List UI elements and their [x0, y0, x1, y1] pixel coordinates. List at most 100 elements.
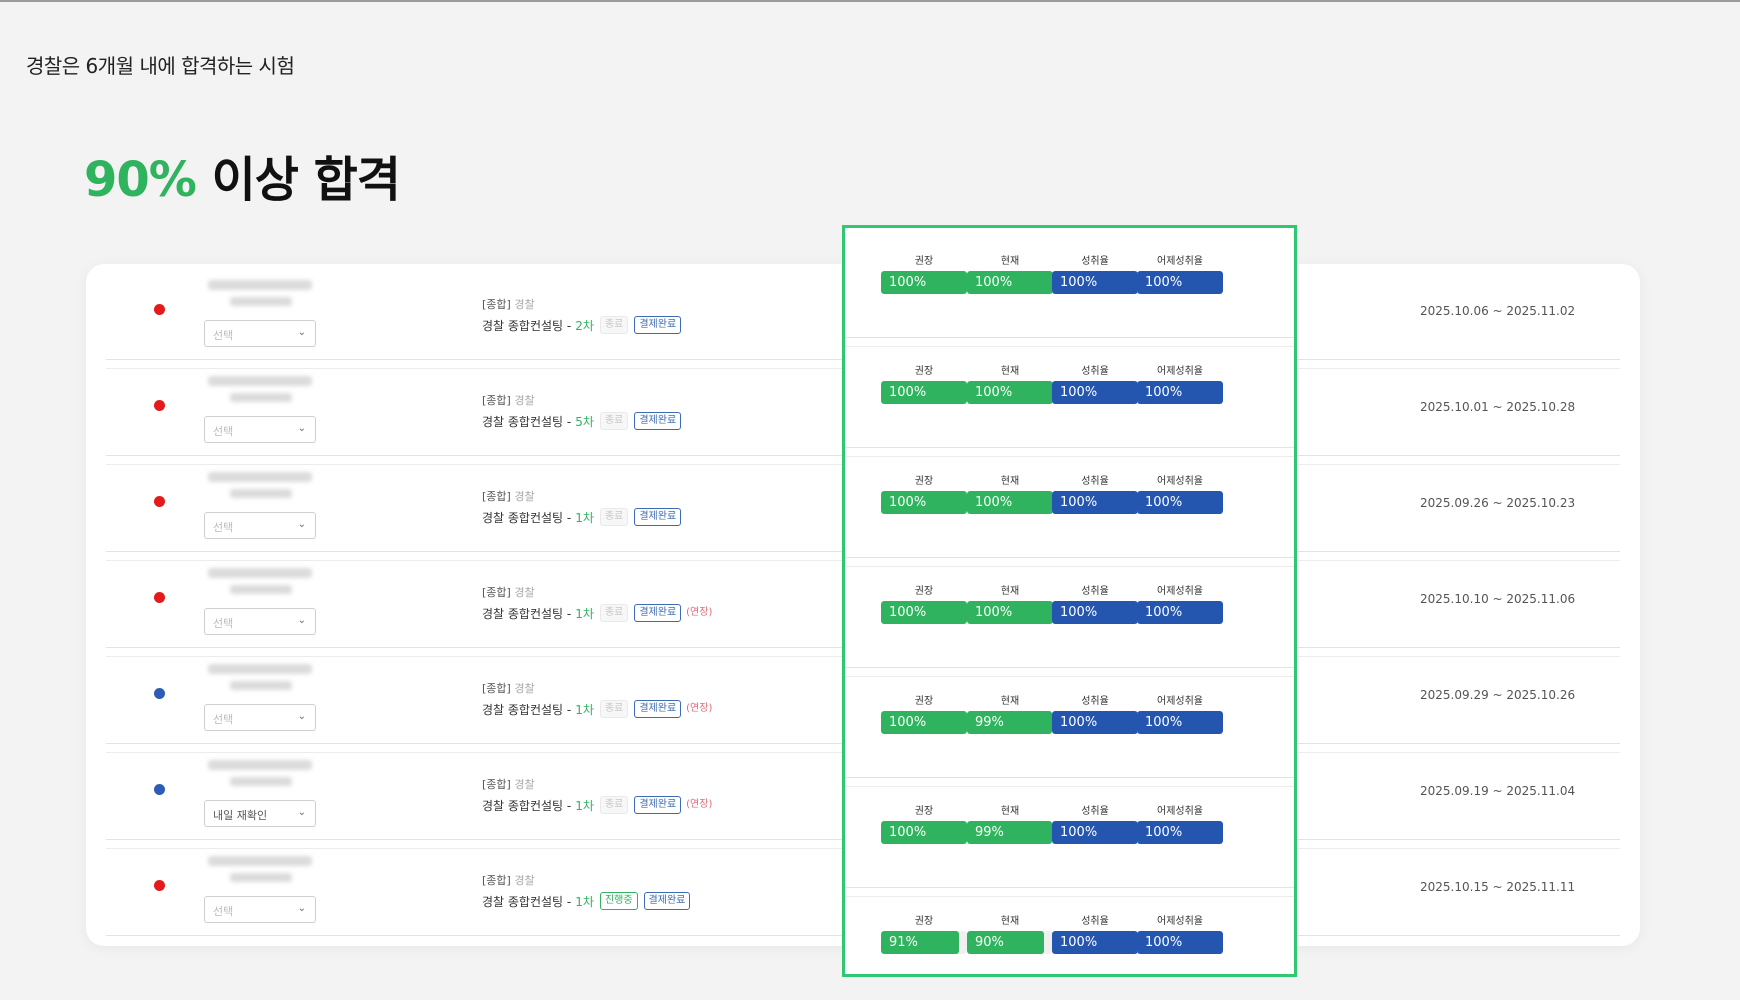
metric-label: 권장 [914, 916, 934, 927]
course-round: 1차 [575, 798, 594, 813]
redacted-student-info [230, 393, 292, 402]
period-date: 2025.09.26 ~ 2025.10.23 [1420, 496, 1576, 510]
course-name: 경찰 종합컨설팅 - [482, 798, 572, 813]
redacted-student-info [230, 777, 292, 786]
metric-current: 현재 99% [967, 802, 1053, 844]
headline-rest: 이상 합격 [195, 152, 401, 208]
progress-value: 100% [889, 825, 927, 840]
progress-bar: 100% [1052, 931, 1138, 954]
achievement-highlight-box: 권장 100% 현재 100% 성취율 100% 어제성취율 100% 권장 1… [842, 225, 1297, 977]
metric-label: 권장 [914, 476, 934, 487]
progress-value: 100% [1145, 385, 1183, 400]
metric-label: 현재 [1000, 256, 1020, 267]
extension-label: (연장) [686, 799, 713, 810]
metric-current: 현재 90% [967, 912, 1053, 954]
redacted-student-name [208, 568, 312, 578]
status-select[interactable]: 선택 ⌄ [204, 512, 316, 539]
progress-bar: 100% [1052, 711, 1138, 734]
metric-label: 권장 [914, 586, 934, 597]
course-round: 1차 [575, 894, 594, 909]
chevron-down-icon: ⌄ [297, 423, 306, 434]
status-dot [154, 880, 165, 891]
metrics-row: 권장 100% 현재 100% 성취율 100% 어제성취율 100% [845, 558, 1294, 677]
progress-bar: 100% [1137, 931, 1223, 954]
period-date: 2025.10.06 ~ 2025.11.02 [1420, 304, 1576, 318]
metric-achievement: 성취율 100% [1052, 912, 1138, 954]
course-category-prefix: [종합] [482, 298, 511, 311]
metric-label: 현재 [1000, 696, 1020, 707]
metric-recommended: 권장 100% [881, 362, 967, 404]
status-select-value: 선택 [213, 521, 234, 534]
metric-recommended: 권장 100% [881, 252, 967, 294]
progress-value: 100% [1060, 605, 1098, 620]
course-category: [종합] 경찰 [482, 296, 535, 312]
progress-value: 100% [889, 385, 927, 400]
course-category: [종합] 경찰 [482, 584, 535, 600]
course-title: 경찰 종합컨설팅 - 1차 종료 결제완료 (연장) [482, 796, 712, 814]
metric-recommended: 권장 100% [881, 802, 967, 844]
chevron-down-icon: ⌄ [297, 519, 306, 530]
metric-recommended: 권장 100% [881, 472, 967, 514]
course-category: [종합] 경찰 [482, 776, 535, 792]
payment-badge: 결제완료 [643, 892, 691, 910]
progress-value: 100% [975, 275, 1013, 290]
course-category-suffix: 경찰 [514, 778, 535, 791]
chevron-down-icon: ⌄ [297, 615, 306, 626]
status-select[interactable]: 선택 ⌄ [204, 416, 316, 443]
progress-value: 99% [975, 715, 1004, 730]
status-badge: 진행중 [599, 892, 638, 910]
status-select-value: 선택 [213, 617, 234, 630]
course-title: 경찰 종합컨설팅 - 5차 종료 결제완료 [482, 412, 686, 430]
metric-yesterday-achievement: 어제성취율 100% [1137, 582, 1223, 624]
status-select[interactable]: 선택 ⌄ [204, 608, 316, 635]
status-select[interactable]: 선택 ⌄ [204, 320, 316, 347]
progress-bar: 100% [967, 271, 1053, 294]
status-select[interactable]: 내일 재확인 ⌄ [204, 800, 316, 827]
progress-bar: 100% [881, 601, 967, 624]
course-category-suffix: 경찰 [514, 490, 535, 503]
metric-achievement: 성취율 100% [1052, 582, 1138, 624]
metric-label: 성취율 [1081, 696, 1109, 707]
progress-value: 100% [1145, 935, 1183, 950]
progress-value: 100% [1060, 715, 1098, 730]
payment-badge: 결제완료 [634, 508, 682, 526]
status-select-value: 선택 [213, 713, 234, 726]
metric-label: 성취율 [1081, 256, 1109, 267]
progress-bar: 99% [967, 821, 1053, 844]
progress-bar: 100% [881, 491, 967, 514]
status-select-value: 내일 재확인 [213, 809, 268, 822]
metric-label: 권장 [914, 806, 934, 817]
progress-value: 100% [1145, 495, 1183, 510]
page-subtitle: 경찰은 6개월 내에 합격하는 시험 [26, 54, 295, 78]
course-category-suffix: 경찰 [514, 682, 535, 695]
progress-value: 100% [1060, 825, 1098, 840]
progress-bar: 100% [1052, 601, 1138, 624]
metric-label: 성취율 [1081, 586, 1109, 597]
course-name: 경찰 종합컨설팅 - [482, 702, 572, 717]
progress-bar: 100% [967, 601, 1053, 624]
metric-label: 성취율 [1081, 916, 1109, 927]
metric-label: 어제성취율 [1157, 696, 1203, 707]
metric-label: 성취율 [1081, 806, 1109, 817]
progress-bar: 100% [1052, 491, 1138, 514]
course-round: 1차 [575, 606, 594, 621]
metric-label: 성취율 [1081, 366, 1109, 377]
course-category-prefix: [종합] [482, 778, 511, 791]
redacted-student-name [208, 472, 312, 482]
progress-bar: 100% [1137, 821, 1223, 844]
course-title: 경찰 종합컨설팅 - 1차 종료 결제완료 (연장) [482, 700, 712, 718]
progress-bar: 100% [881, 271, 967, 294]
metric-label: 어제성취율 [1157, 256, 1203, 267]
status-dot [154, 688, 165, 699]
course-round: 2차 [575, 318, 594, 333]
progress-bar: 100% [1137, 601, 1223, 624]
metric-achievement: 성취율 100% [1052, 472, 1138, 514]
progress-bar: 100% [1052, 381, 1138, 404]
status-badge: 종료 [599, 508, 629, 526]
status-select[interactable]: 선택 ⌄ [204, 704, 316, 731]
payment-badge: 결제완료 [634, 700, 682, 718]
status-select[interactable]: 선택 ⌄ [204, 896, 316, 923]
metric-recommended: 권장 91% [881, 912, 967, 954]
course-category: [종합] 경찰 [482, 488, 535, 504]
extension-label: (연장) [686, 703, 713, 714]
